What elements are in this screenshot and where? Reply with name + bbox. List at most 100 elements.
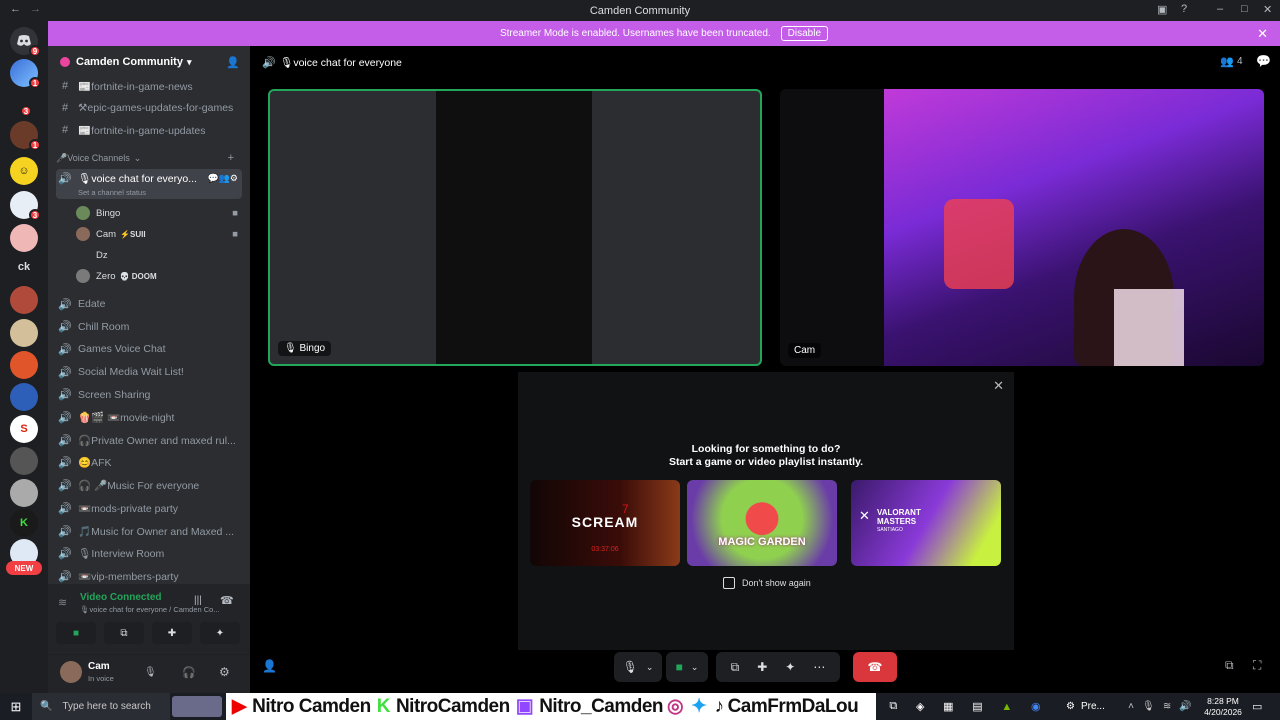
server-icon[interactable] <box>10 383 38 411</box>
signal-icon[interactable]: ≋ <box>58 596 67 609</box>
notification-icon[interactable]: ▭ <box>1252 693 1272 720</box>
app-icon[interactable]: ▤ <box>972 700 982 713</box>
server-icon[interactable] <box>10 224 38 252</box>
text-channel[interactable]: # 📰fortnite-in-game-updates <box>56 120 242 140</box>
chrome-icon[interactable]: ◉ <box>1031 700 1041 713</box>
chevron-down-icon[interactable]: ⌄ <box>691 662 699 673</box>
tray-app[interactable]: ⚙ Pre... <box>1066 693 1105 720</box>
chevron-down-icon[interactable]: ⌄ <box>646 662 654 673</box>
server-icon[interactable] <box>10 447 38 475</box>
disable-button[interactable]: Disable <box>780 26 829 41</box>
channel-status[interactable]: Set a channel status <box>78 188 146 197</box>
server-icon[interactable] <box>10 351 38 379</box>
app-icon[interactable]: ▦ <box>943 700 953 713</box>
unread-badge: 1 <box>29 139 41 151</box>
game-card-valorant[interactable]: ✕ VALORANT MASTERS SANTIAGO <box>851 480 1001 566</box>
voice-channel[interactable]: 🔊 😊AFK <box>56 453 242 473</box>
add-member-icon[interactable]: 👤 <box>226 56 240 69</box>
channel-actions-icon[interactable]: 💬👥⚙ <box>208 173 238 184</box>
game-card-scream[interactable]: SCREAM 7 03:37:06 <box>530 480 680 566</box>
server-icon[interactable]: K <box>10 509 38 537</box>
activity-icon[interactable]: ✚ <box>757 660 767 674</box>
close-icon[interactable]: ✕ <box>993 378 1004 394</box>
volume-icon[interactable]: 🔊 <box>1179 701 1191 712</box>
app-icon[interactable]: ⧉ <box>889 700 897 713</box>
screen-share-button[interactable]: ⧉ <box>104 622 144 644</box>
voice-category[interactable]: 🎤Voice Channels ⌄ + <box>56 150 242 166</box>
server-icon[interactable]: ck <box>10 253 38 281</box>
nvidia-icon[interactable]: ▲ <box>1001 701 1012 713</box>
close-window-button[interactable]: ✕ <box>1263 3 1272 16</box>
hash-icon: # <box>61 102 69 114</box>
voice-channel[interactable]: 🔊 🍿🎬 📼movie-night <box>56 408 242 428</box>
clock[interactable]: 8:28 PM 4/20/2026 <box>1198 693 1248 720</box>
server-icon[interactable] <box>10 286 38 314</box>
screen-share-icon[interactable]: ⧉ <box>731 660 740 675</box>
add-person-icon[interactable]: 👤 <box>262 659 277 673</box>
close-banner-icon[interactable]: ✕ <box>1257 26 1268 42</box>
add-channel-icon[interactable]: + <box>228 152 234 164</box>
server-icon[interactable]: 1 <box>10 121 41 151</box>
direct-messages-icon[interactable]: 9 <box>10 27 41 57</box>
voice-channel[interactable]: 🔊 🎙Interview Room <box>56 544 242 564</box>
voice-channel[interactable]: 🔊 Chill Room <box>56 317 242 337</box>
connection-channel[interactable]: 🎙voice chat for everyone / Camden Co... <box>80 605 220 614</box>
voice-user[interactable]: Zero 💀 DOOM <box>76 267 246 285</box>
activity-button[interactable]: ✚ <box>152 622 192 644</box>
taskbar-thumbnail[interactable] <box>172 696 222 717</box>
text-channel[interactable]: # 📰fortnite-in-game-news <box>56 76 242 96</box>
app-icon[interactable]: ◈ <box>916 700 924 713</box>
minimize-button[interactable]: – <box>1217 3 1223 15</box>
voice-channel[interactable]: 🔊 📼mods-private party <box>56 498 242 518</box>
network-icon[interactable]: ≋ <box>1163 701 1171 712</box>
voice-user[interactable]: Dz <box>76 246 246 264</box>
guild-header[interactable]: Camden Community ▾ 👤 <box>48 46 250 78</box>
leave-call-button[interactable]: ☎ <box>853 652 897 682</box>
more-icon[interactable]: ⋯ <box>813 660 825 674</box>
headphones-icon[interactable]: 🎧 <box>182 666 196 679</box>
server-icon[interactable] <box>10 479 38 507</box>
maximize-button[interactable]: □ <box>1241 3 1248 15</box>
game-card-magic-garden[interactable]: MAGIC GARDEN <box>687 480 837 566</box>
voice-channel[interactable]: 🔊 Edate <box>56 294 242 314</box>
camera-button[interactable]: ■ <box>56 622 96 644</box>
microphone-icon[interactable]: 🎙 <box>144 667 157 678</box>
server-icon[interactable]: 1 <box>10 59 41 89</box>
dont-show-checkbox[interactable] <box>723 577 735 589</box>
chat-icon[interactable]: 💬 <box>1256 54 1271 68</box>
microphone-icon[interactable]: 🎙 <box>1142 701 1155 712</box>
server-icon[interactable]: 3 <box>10 191 41 221</box>
gear-icon[interactable]: ⚙ <box>219 665 230 679</box>
video-tile-cam[interactable]: Cam <box>780 89 1264 366</box>
taskbar-search[interactable]: 🔍 Type here to search <box>32 693 170 720</box>
voice-channel[interactable]: 🔊 Screen Sharing <box>56 385 242 405</box>
popout-icon[interactable]: ⧉ <box>1225 658 1234 673</box>
chevron-up-icon[interactable]: ˄ <box>1128 701 1134 712</box>
voice-user[interactable]: Cam ⚡SUII ■ <box>76 225 246 243</box>
members-icon[interactable]: 👥 <box>1220 55 1234 68</box>
voice-channel[interactable]: 🔊 🎧 🎤Music For everyone <box>56 476 242 496</box>
active-voice-channel[interactable]: 🔊 🎙voice chat for everyo... Set a channe… <box>56 169 242 199</box>
server-icon[interactable]: ☺ <box>10 157 38 185</box>
video-tile-bingo[interactable]: 🎙 Bingo <box>268 89 762 366</box>
noise-suppression-icon[interactable]: ||| <box>194 595 202 606</box>
voice-user[interactable]: Bingo ■ <box>76 204 246 222</box>
help-icon[interactable]: ? <box>1181 3 1187 15</box>
fullscreen-icon[interactable]: ⛶ <box>1253 658 1261 673</box>
inbox-icon[interactable]: ▣ <box>1157 3 1167 16</box>
windows-start-icon[interactable]: ⊞ <box>0 693 32 720</box>
camera-toggle-button[interactable]: ■ ⌄ <box>666 652 708 682</box>
soundboard-button[interactable]: ✦ <box>200 622 240 644</box>
voice-channel[interactable]: 🔊 🎵Music for Owner and Maxed ... <box>56 521 242 541</box>
mic-button[interactable]: 🎙 ⌄ <box>614 652 662 682</box>
voice-channel[interactable]: 🔊 Games Voice Chat <box>56 339 242 359</box>
server-icon[interactable]: 3 <box>10 95 38 123</box>
text-channel[interactable]: # ⚒epic-games-updates-for-games <box>56 98 242 118</box>
soundboard-icon[interactable]: ✦ <box>785 660 795 674</box>
disconnect-icon[interactable]: ☎ <box>220 594 234 607</box>
voice-channel[interactable]: 🔊 🎧Private Owner and maxed rul... <box>56 430 242 450</box>
server-icon[interactable] <box>10 319 38 347</box>
avatar[interactable] <box>60 661 82 683</box>
server-icon[interactable]: S <box>10 415 38 443</box>
voice-channel[interactable]: 🔊 Social Media Wait List! <box>56 362 242 382</box>
